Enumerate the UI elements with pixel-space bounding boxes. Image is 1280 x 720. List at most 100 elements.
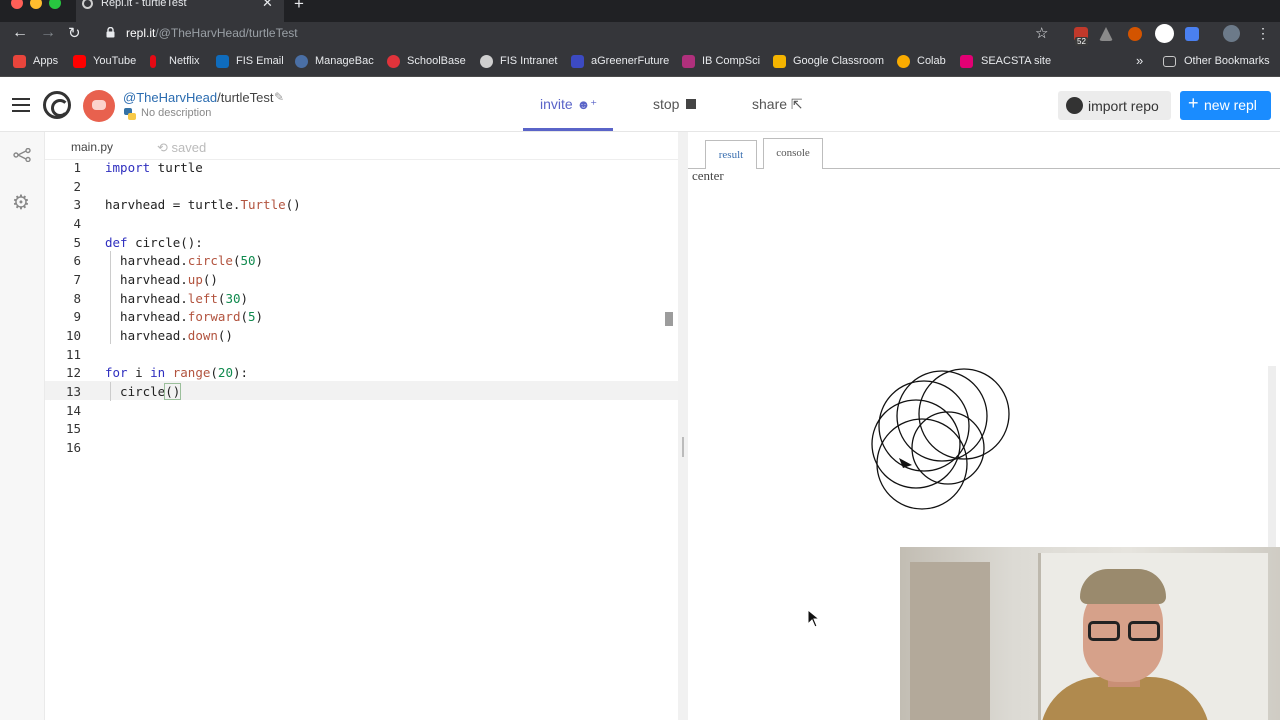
bookmark-ib-compsci[interactable]: IB CompSci [702,55,760,67]
python-icon [124,108,136,120]
turtle-circles [871,368,1010,510]
url-host: repl.it [126,26,156,40]
hamburger-menu-icon[interactable] [12,98,30,112]
greener-icon [571,55,584,68]
drive-extension-icon[interactable] [1099,27,1113,41]
browser-tab-title: Repl.it - turtleTest [101,0,187,9]
profile-avatar[interactable] [1223,25,1240,42]
schoolbase-icon [387,55,400,68]
bookmark-apps[interactable]: Apps [33,55,58,67]
bookmark-agreenerfuture[interactable]: aGreenerFuture [591,55,669,67]
outlook-icon [216,55,229,68]
repl-title[interactable]: @TheHarvHead/turtleTest [123,90,274,105]
code-line-9: harvhead.forward(5) [105,309,264,324]
console-output-text: center [692,168,724,183]
webcam-person-glasses [1088,621,1164,643]
replit-logo-icon[interactable] [43,91,71,119]
bookmark-seacsta-site[interactable]: SEACSTA site [981,55,1051,67]
invite-active-indicator [523,128,613,131]
bookmark-star-icon[interactable]: ☆ [1035,24,1048,42]
line-number: 14 [65,403,81,418]
import-repo-button[interactable]: import repo [1058,91,1171,120]
webcam-person-hair [1080,569,1166,604]
share-label: share [752,96,788,112]
line-number: 5 [73,235,81,250]
edit-pencil-icon[interactable]: ✎ [274,90,284,104]
editor-scrollbar[interactable] [665,312,673,326]
pane-resize-handle[interactable] [678,132,688,720]
invite-label: invite [540,96,573,112]
line-number: 16 [65,440,81,455]
repl-description[interactable]: No description [141,107,211,119]
invite-button[interactable]: invite ☻⁺ [540,96,597,113]
turtle-arrow-icon [899,458,912,468]
reload-icon[interactable]: ↻ [68,24,81,42]
mouse-cursor-icon [808,610,820,628]
back-arrow-icon[interactable]: ← [12,24,28,42]
turtle-drawing-canvas [871,368,1010,510]
save-status-label: saved [171,140,207,155]
browser-menu-icon[interactable]: ⋮ [1256,25,1270,42]
url-path: /@TheHarvHead/turtleTest [155,26,298,40]
forward-arrow-icon[interactable]: → [40,24,56,42]
code-line-3: harvhead = turtle.Turtle() [105,197,301,212]
stop-button[interactable]: stop [653,96,697,112]
apps-grid-icon [13,55,26,68]
avatar[interactable] [83,90,115,122]
code-line-8: harvhead.left(30) [105,291,249,306]
youtube-icon [73,55,86,68]
line-number: 6 [73,253,81,268]
new-repl-button[interactable]: + new repl [1180,91,1271,120]
bookmark-managebac[interactable]: ManageBac [315,55,374,67]
code-line-13: circle() [105,383,182,400]
bookmark-colab[interactable]: Colab [917,55,946,67]
github-icon [1066,97,1083,114]
close-tab-icon[interactable]: ✕ [262,0,273,11]
extension-icon[interactable] [1155,24,1174,43]
tab-console[interactable]: console [763,138,823,169]
share-button[interactable]: share ⇱ [752,96,803,113]
line-number: 8 [73,291,81,306]
line-number: 1 [73,160,81,175]
line-number: 3 [73,197,81,212]
bookmark-google-classroom[interactable]: Google Classroom [793,55,884,67]
code-line-12: for i in range(20): [105,365,249,380]
line-number: 2 [73,179,81,194]
bookmark-fis-intranet[interactable]: FIS Intranet [500,55,557,67]
share-arrow-icon: ⇱ [790,96,803,112]
folder-icon [1163,56,1176,67]
browser-tab[interactable]: Repl.it - turtleTest ✕ [76,0,284,22]
line-number: 15 [65,421,81,436]
gear-icon[interactable]: ⚙ [12,190,30,215]
close-window-button[interactable] [11,0,23,9]
ib-icon [682,55,695,68]
stop-square-icon [686,99,697,109]
code-line-6: harvhead.circle(50) [105,253,264,268]
bookmark-netflix[interactable]: Netflix [169,55,200,67]
bookmark-other-bookmarks[interactable]: Other Bookmarks [1184,55,1270,67]
replit-favicon-icon [82,0,93,9]
new-repl-label: new repl [1204,97,1257,113]
file-tab-main-py[interactable]: main.py [71,140,113,154]
maximize-window-button[interactable] [49,0,61,9]
bookmark-schoolbase[interactable]: SchoolBase [407,55,466,67]
bookmark-youtube[interactable]: YouTube [93,55,136,67]
minimize-window-button[interactable] [30,0,42,9]
code-editor[interactable]: main.py ⟲ saved 1 2 3 4 5 6 7 8 9 10 11 … [45,132,678,720]
left-sidebar: ⚙ [0,132,45,720]
bookmarks-overflow-button[interactable]: » [1136,53,1143,68]
address-bar[interactable]: repl.it/@TheHarvHead/turtleTest [126,26,298,40]
add-user-icon: ☻⁺ [576,97,598,112]
bookmark-fis-email[interactable]: FIS Email [236,55,284,67]
line-number: 12 [65,365,81,380]
extension-icon[interactable] [1128,27,1142,41]
new-tab-button[interactable]: + [294,0,304,14]
netflix-icon [150,55,156,68]
version-control-icon[interactable] [13,148,31,162]
repl-owner-link[interactable]: @TheHarvHead [123,90,217,105]
lock-icon [106,27,115,38]
translate-extension-icon[interactable] [1185,27,1199,41]
plus-icon: + [1188,93,1199,113]
tab-result[interactable]: result [705,140,757,169]
code-line-10: harvhead.down() [105,328,233,343]
